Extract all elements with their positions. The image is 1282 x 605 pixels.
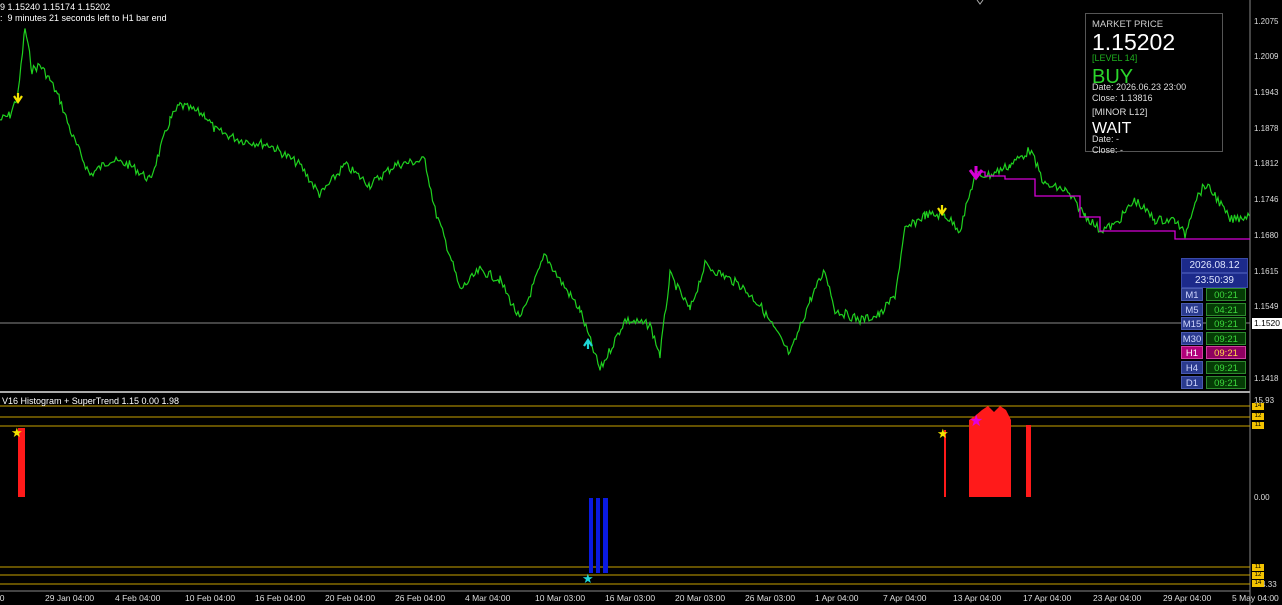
osc-axis-zero: 0.00 (1254, 493, 1270, 502)
signal-star-icon: ★ (11, 425, 23, 440)
indicator-title: V16 Histogram + SuperTrend 1.15 0.00 1.9… (2, 396, 180, 406)
osc-level-lines (0, 405, 1250, 585)
sell-arrow-icon (968, 166, 984, 181)
timeframe-row-m5: M5 04:21 (1181, 302, 1247, 316)
timeframe-row-h1: H1 09:21 (1181, 346, 1247, 360)
timeframe-countdown: 09:21 (1206, 361, 1246, 374)
time-axis-label: 4 Feb 04:00 (115, 593, 161, 603)
price-axis-label: 1.2009 (1254, 52, 1279, 61)
time-axis-label: 7 Apr 04:00 (883, 593, 927, 603)
chart-header-info: 9 1.15240 1.15174 1.15202 : 9 minutes 21… (0, 2, 167, 24)
supertrend-line (978, 171, 1250, 240)
timeframe-countdown: 09:21 (1206, 317, 1246, 331)
clock-time: 23:50:39 (1181, 273, 1248, 288)
timeframe-name: M15 (1181, 317, 1203, 331)
time-axis-label: 23 Apr 04:00 (1093, 593, 1142, 603)
clock-date: 2026.08.12 (1181, 258, 1248, 273)
market-price-panel: MARKET PRICE 1.15202 [LEVEL 14] BUY Date… (1085, 13, 1223, 155)
price-axis-label: 1.1418 (1254, 374, 1279, 383)
market-price-value: 1.15202 (1092, 29, 1176, 55)
chevron-down-icon (976, 0, 984, 5)
timeframe-name: M1 (1181, 288, 1203, 301)
signal-star-icon: ★ (937, 426, 949, 441)
timeframe-row-m30: M30 09:21 (1181, 331, 1247, 345)
sell-arrow-icon (13, 93, 23, 104)
osc-level-tag: 14 (1252, 580, 1264, 587)
price-axis-label: 1.1878 (1254, 124, 1279, 133)
price-line (0, 28, 1251, 371)
major-date: Date: 2026.06.23 23:00 (1092, 82, 1187, 92)
minor-level-label: [MINOR L12] (1092, 107, 1148, 118)
time-axis-label: 16 Feb 04:00 (255, 593, 306, 603)
time-axis-label: 5 May 04:00 (1232, 593, 1279, 603)
time-axis-label: 16 Mar 03:00 (605, 593, 656, 603)
time-axis-label: 26 Mar 03:00 (745, 593, 796, 603)
price-axis-label: 1.2075 (1254, 17, 1279, 26)
bar-timer-text: : 9 minutes 21 seconds left to H1 bar en… (0, 13, 167, 23)
price-axis-label: 1.1615 (1254, 267, 1279, 276)
timeframe-countdown: 09:21 (1206, 375, 1246, 389)
time-axis-label: 26 Feb 04:00 (395, 593, 446, 603)
timeframe-countdown: 00:21 (1206, 288, 1246, 301)
current-price-tag: 1.1520 (1252, 318, 1282, 329)
time-axis-label: 29 Apr 04:00 (1163, 593, 1212, 603)
timeframe-name: M5 (1181, 302, 1203, 316)
timeframe-countdown: 09:21 (1206, 346, 1246, 360)
time-axis-label: 20 Feb 04:00 (325, 593, 376, 603)
osc-level-tag: 12 (1252, 572, 1264, 579)
sell-arrow-icon (937, 205, 947, 216)
osc-level-tag: 14 (1252, 403, 1264, 410)
timeframe-row-d1: D1 09:21 (1181, 375, 1247, 389)
timeframe-name: D1 (1181, 375, 1203, 389)
osc-level-tag: 12 (1252, 413, 1264, 420)
timeframe-row-h4: H4 09:21 (1181, 361, 1247, 374)
major-level-label: [LEVEL 14] (1092, 53, 1138, 63)
osc-level-tag: 11 (1252, 422, 1264, 429)
minor-date: Date: - (1092, 134, 1120, 144)
timeframe-row-m1: M1 00:21 (1181, 288, 1247, 301)
timeframe-name: H1 (1181, 346, 1203, 360)
price-axis-label: 1.1812 (1254, 159, 1279, 168)
bull-histogram-bar (1026, 425, 1031, 497)
time-axis-label: 29 Jan 04:00 (45, 593, 95, 603)
timeframe-row-m15: M15 09:21 (1181, 317, 1247, 331)
time-axis-label: 10 Mar 03:00 (535, 593, 586, 603)
time-axis-label: 17 Apr 04:00 (1023, 593, 1072, 603)
minor-close: Close: - (1092, 145, 1124, 155)
price-axis-label: 1.1549 (1254, 302, 1279, 311)
osc-level-tag: 11 (1252, 564, 1264, 571)
time-axis-label: 13 Apr 04:00 (953, 593, 1002, 603)
time-axis-label: 1 Apr 04:00 (815, 593, 859, 603)
time-axis-label: 4 Mar 04:00 (465, 593, 511, 603)
signal-star-icon: ★ (582, 571, 594, 586)
time-axis-label: 2 Jan 04:00 (0, 593, 5, 603)
price-axis-label: 1.1943 (1254, 88, 1279, 97)
timeframe-countdown: 04:21 (1206, 302, 1246, 316)
ohlc-text: 9 1.15240 1.15174 1.15202 (0, 2, 111, 12)
price-axis-label: 1.1680 (1254, 231, 1279, 240)
bear-histogram-bars (589, 498, 608, 573)
timeframe-name: H4 (1181, 361, 1203, 374)
timeframe-countdown: 09:21 (1206, 331, 1246, 345)
time-axis-label: 20 Mar 03:00 (675, 593, 726, 603)
major-close: Close: 1.13816 (1092, 93, 1153, 103)
timeframe-name: M30 (1181, 331, 1203, 345)
price-axis-label: 1.1746 (1254, 195, 1279, 204)
time-axis-label: 10 Feb 04:00 (185, 593, 236, 603)
signal-star-icon: ★ (969, 413, 983, 430)
